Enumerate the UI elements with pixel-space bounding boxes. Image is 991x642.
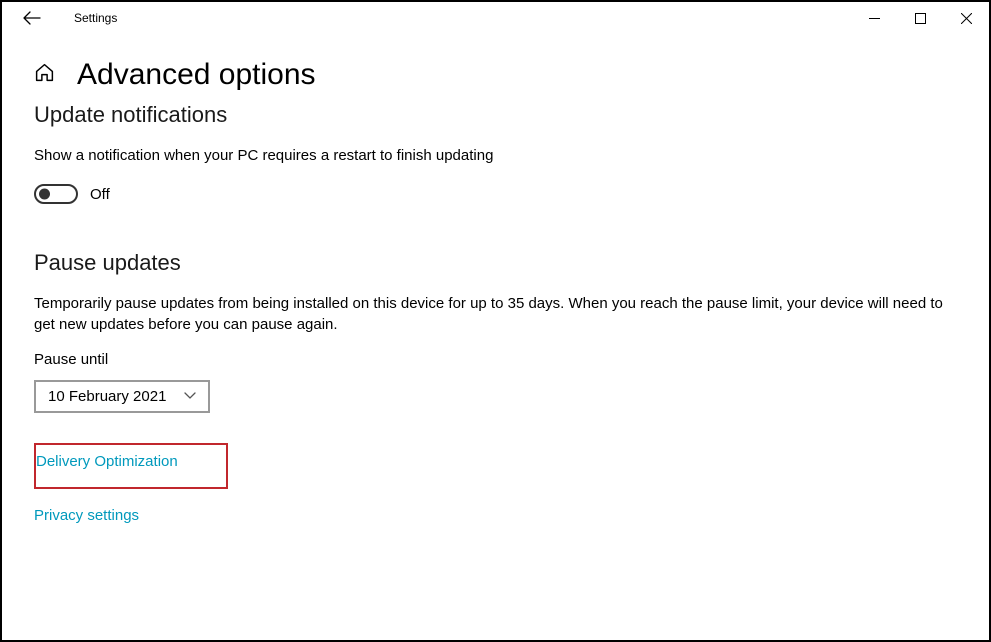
toggle-knob	[39, 189, 50, 200]
maximize-button[interactable]	[897, 2, 943, 34]
section-heading-pause: Pause updates	[34, 250, 957, 276]
home-icon[interactable]	[34, 62, 55, 88]
minimize-button[interactable]	[851, 2, 897, 34]
notifications-toggle[interactable]	[34, 184, 78, 204]
window-controls	[851, 2, 989, 34]
close-button[interactable]	[943, 2, 989, 34]
pause-until-select[interactable]: 10 February 2021	[34, 380, 210, 413]
pause-until-value: 10 February 2021	[48, 388, 166, 405]
delivery-optimization-link[interactable]: Delivery Optimization	[36, 453, 178, 470]
notifications-description: Show a notification when your PC require…	[34, 146, 954, 166]
page-title: Advanced options	[77, 58, 316, 92]
titlebar: Settings	[2, 2, 989, 34]
close-icon	[961, 13, 972, 24]
pause-description: Temporarily pause updates from being ins…	[34, 294, 954, 335]
toggle-state-label: Off	[90, 186, 110, 203]
toggle-row: Off	[34, 184, 957, 204]
privacy-link-block: Privacy settings	[34, 507, 957, 525]
pause-until-label: Pause until	[34, 351, 957, 368]
back-button[interactable]	[22, 8, 42, 28]
chevron-down-icon	[184, 392, 196, 400]
highlight-annotation: Delivery Optimization	[34, 443, 228, 489]
maximize-icon	[915, 13, 926, 24]
privacy-settings-link[interactable]: Privacy settings	[34, 507, 139, 524]
content-area: Advanced options Update notifications Sh…	[2, 34, 989, 525]
page-header: Advanced options	[34, 58, 957, 92]
arrow-left-icon	[23, 11, 41, 25]
window-title: Settings	[74, 11, 117, 25]
section-heading-notifications: Update notifications	[34, 102, 957, 128]
minimize-icon	[869, 13, 880, 24]
